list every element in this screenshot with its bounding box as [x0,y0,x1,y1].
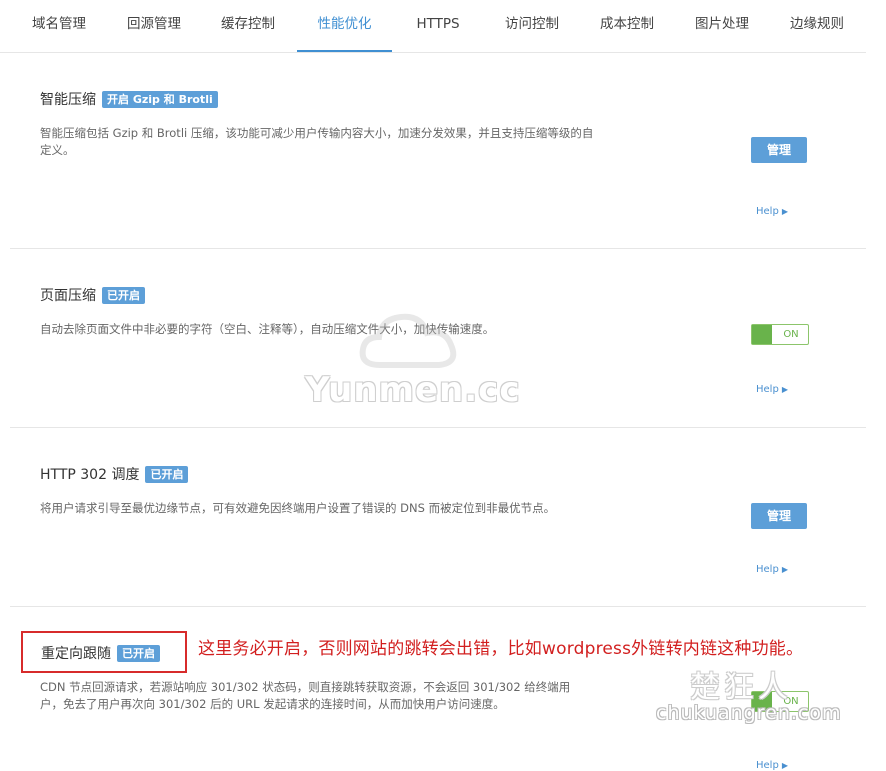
status-badge: 开启 Gzip 和 Brotli [102,91,218,108]
section-title: 页面压缩 已开启 [40,285,145,305]
help-label: Help [756,564,779,575]
section-title: HTTP 302 调度 已开启 [40,464,189,484]
tab-origin-management[interactable]: 回源管理 [113,0,195,52]
watermark-chukuangren-cn: 楚狂人 [690,670,792,705]
help-link[interactable]: Help ▶ [756,760,788,771]
annotation-text: 这里务必开启，否则网站的跳转会出错，比如wordpress外链转内链这种功能。 [198,639,804,659]
page-compression-toggle[interactable]: ON [751,324,809,345]
status-badge: 已开启 [102,287,145,304]
toggle-knob [752,325,772,344]
tab-access-control[interactable]: 访问控制 [490,0,574,52]
section-description: 将用户请求引导至最优边缘节点，可有效避免因终端用户设置了错误的 DNS 而被定位… [40,501,556,515]
annotation-highlight-box [21,631,187,673]
tab-domain-management[interactable]: 域名管理 [18,0,100,52]
tab-cost-control[interactable]: 成本控制 [585,0,669,52]
help-label: Help [756,760,779,771]
help-link[interactable]: Help ▶ [756,384,788,395]
tab-bar: 域名管理 回源管理 缓存控制 性能优化 HTTPS 访问控制 成本控制 图片处理… [0,0,866,53]
tab-cache-control[interactable]: 缓存控制 [206,0,290,52]
section-smart-compression: 智能压缩 开启 Gzip 和 Brotli 智能压缩包括 Gzip 和 Brotl… [10,53,866,249]
help-label: Help [756,206,779,217]
tab-performance[interactable]: 性能优化 [297,0,392,52]
tab-image-processing[interactable]: 图片处理 [680,0,764,52]
triangle-right-icon: ▶ [781,385,788,394]
section-title: 智能压缩 开启 Gzip 和 Brotli [40,89,218,109]
section-http-302-scheduling: HTTP 302 调度 已开启 将用户请求引导至最优边缘节点，可有效避免因终端用户… [10,428,866,607]
section-title-text: 智能压缩 [40,92,96,108]
section-title-text: 页面压缩 [40,288,96,304]
manage-button[interactable]: 管理 [751,503,807,529]
cloud-watermark-icon [359,313,457,368]
triangle-right-icon: ▶ [781,565,788,574]
section-title-text: HTTP 302 调度 [40,467,140,483]
tab-https[interactable]: HTTPS [400,0,476,52]
section-description: 自动去除页面文件中非必要的字符（空白、注释等），自动压缩文件大小，加快传输速度。 [40,322,495,336]
toggle-label: ON [783,329,799,340]
watermark-yunmen: Yunmen.cc [305,370,521,410]
section-description: CDN 节点回源请求，若源站响应 301/302 状态码，则直接跳转获取资源，不… [40,680,571,711]
section-description: 智能压缩包括 Gzip 和 Brotli 压缩，该功能可减少用户传输内容大小，加… [40,126,594,157]
watermark-chukuangren-en: chukuangren.com [656,702,842,724]
status-badge: 已开启 [145,466,189,483]
triangle-right-icon: ▶ [781,761,788,770]
triangle-right-icon: ▶ [781,207,788,216]
tab-edge-rules[interactable]: 边缘规则 [775,0,859,52]
help-link[interactable]: Help ▶ [756,564,788,575]
manage-button[interactable]: 管理 [751,137,807,163]
help-link[interactable]: Help ▶ [756,206,788,217]
help-label: Help [756,384,779,395]
